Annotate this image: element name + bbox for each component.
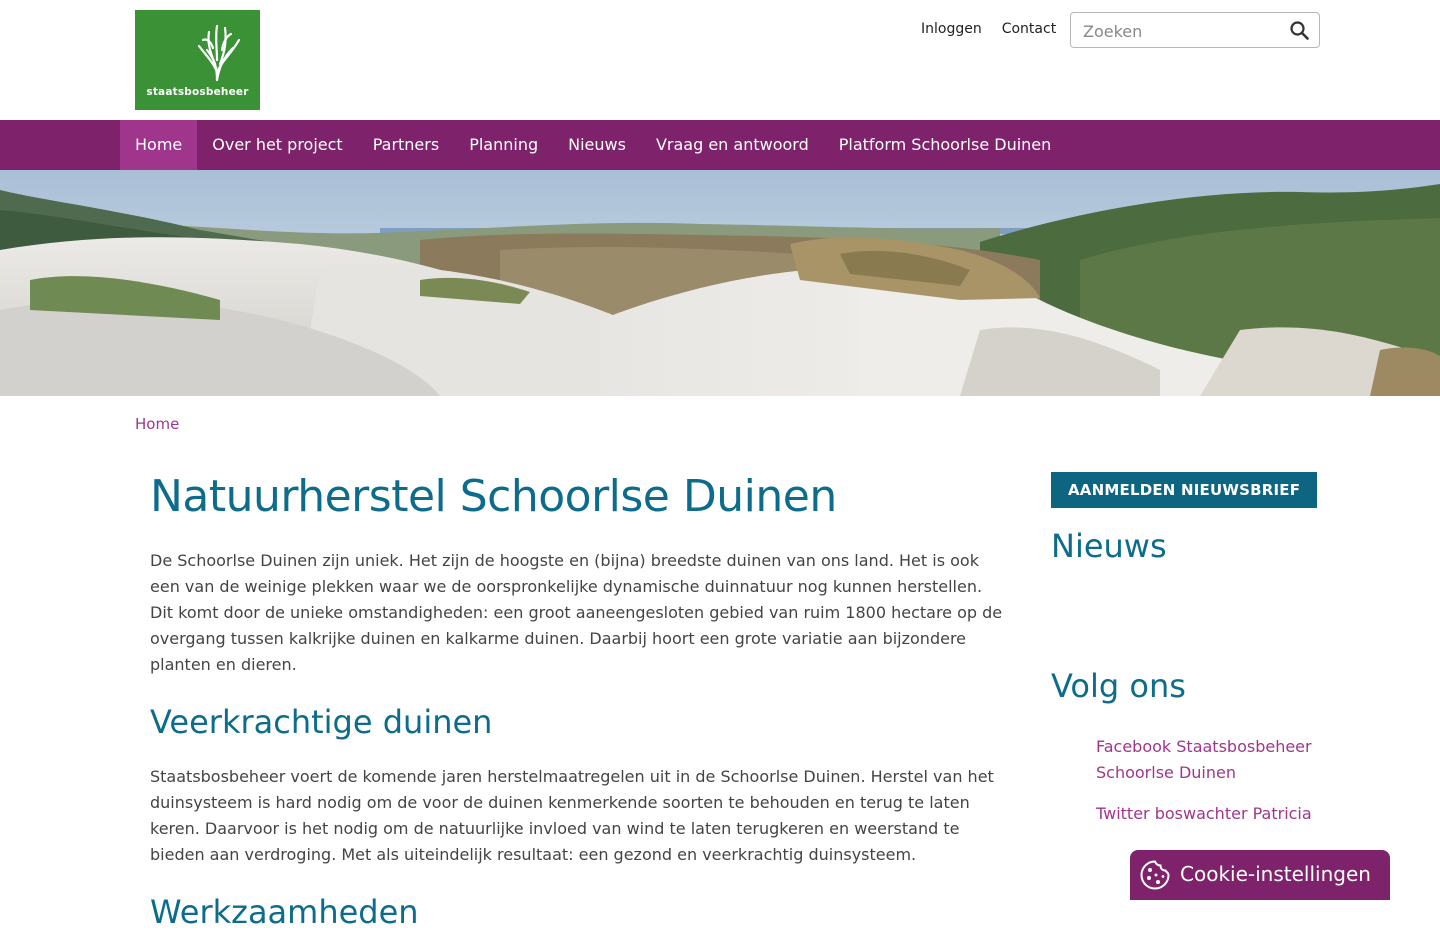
facebook-link[interactable]: Facebook Staatsbosbeheer Schoorlse Duine…	[1096, 734, 1321, 786]
cookie-settings-button[interactable]: Cookie-instellingen	[1130, 850, 1390, 900]
follow-heading: Volg ons	[1051, 667, 1186, 705]
breadcrumb: Home	[135, 415, 179, 433]
main-content: Natuurherstel Schoorlse Duinen De Schoor…	[150, 470, 1005, 932]
news-heading: Nieuws	[1051, 527, 1167, 565]
hero-image-dunes	[0, 170, 1440, 396]
main-navigation: Home Over het project Partners Planning …	[0, 120, 1440, 170]
intro-paragraph: De Schoorlse Duinen zijn uniek. Het zijn…	[150, 551, 1003, 674]
nav-item-platform-schoorlse-duinen[interactable]: Platform Schoorlse Duinen	[824, 120, 1067, 170]
twitter-link[interactable]: Twitter boswachter Patricia	[1096, 801, 1321, 827]
search-icon[interactable]	[1290, 21, 1309, 40]
nav-item-home[interactable]: Home	[120, 120, 198, 170]
staatsbosbeheer-logo[interactable]: staatsbosbeheer	[135, 10, 260, 110]
breadcrumb-home-link[interactable]: Home	[135, 415, 179, 433]
newsletter-signup-button[interactable]: AANMELDEN NIEUWSBRIEF	[1051, 472, 1318, 508]
nav-item-vraag-en-antwoord[interactable]: Vraag en antwoord	[641, 120, 824, 170]
logo-text: staatsbosbeheer	[146, 86, 249, 98]
sidebar: AANMELDEN NIEUWSBRIEF Nieuws Volg ons Fa…	[1051, 472, 1321, 827]
top-links: Inloggen Contact	[921, 21, 1076, 37]
tree-logo-icon	[197, 24, 241, 82]
site-header: staatsbosbeheer Inloggen Contact	[0, 0, 1440, 120]
cookie-settings-label: Cookie-instellingen	[1180, 862, 1371, 886]
search-input[interactable]	[1081, 19, 1285, 43]
nav-item-nieuws[interactable]: Nieuws	[553, 120, 641, 170]
section-heading-werkzaamheden: Werkzaamheden	[150, 893, 419, 931]
login-link[interactable]: Inloggen	[921, 21, 982, 37]
nav-item-planning[interactable]: Planning	[454, 120, 553, 170]
nav-item-partners[interactable]: Partners	[358, 120, 454, 170]
nav-item-over-het-project[interactable]: Over het project	[197, 120, 357, 170]
search-box	[1070, 12, 1320, 48]
contact-link[interactable]: Contact	[1002, 21, 1056, 37]
section-paragraph-veerkrachtige-duinen: Staatsbosbeheer voert de komende jaren h…	[150, 767, 994, 864]
follow-links-list: Facebook Staatsbosbeheer Schoorlse Duine…	[1051, 734, 1321, 827]
cookie-icon	[1140, 860, 1170, 890]
page-title: Natuurherstel Schoorlse Duinen	[150, 471, 837, 522]
section-heading-veerkrachtige-duinen: Veerkrachtige duinen	[150, 703, 493, 741]
